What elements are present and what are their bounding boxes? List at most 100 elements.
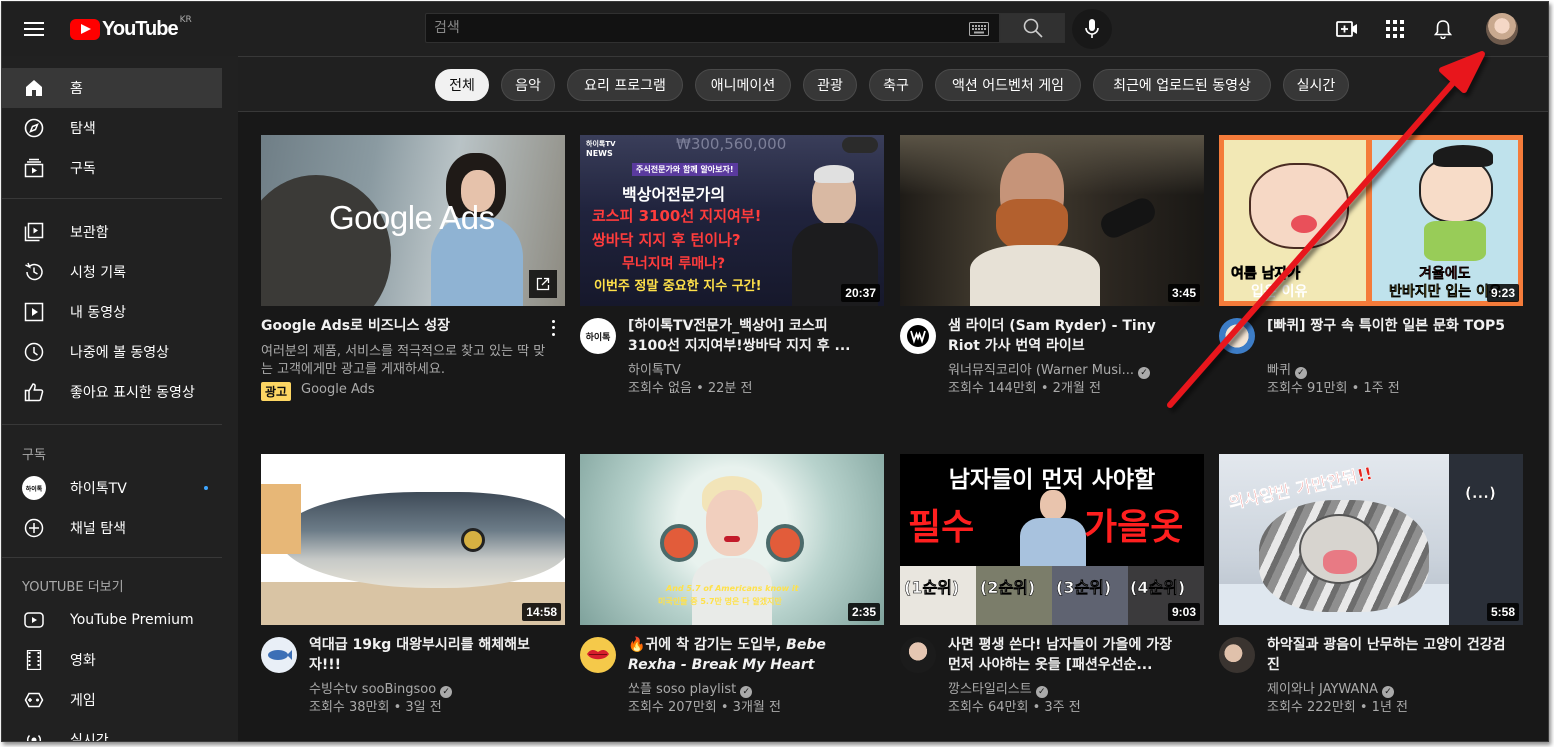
gaming-icon [24, 690, 44, 710]
channel-name[interactable]: 워너뮤직코리아 (Warner Musi... ✓ [948, 362, 1150, 380]
channel-name[interactable]: 깡스타일리스트 ✓ [948, 681, 1048, 699]
thumb-ticker: ₩300,560,000 [676, 135, 787, 153]
chip-live[interactable]: 실시간 [1283, 69, 1349, 101]
ad-title[interactable]: Google Ads로 비즈니스 성장 [261, 316, 541, 336]
chip-action-adventure[interactable]: 액션 어드벤처 게임 [935, 69, 1081, 101]
video-title[interactable]: [하이톡TV전문가_백상어] 코스피 3100선 지지여부!쌍바닥 지지 후 .… [628, 316, 868, 356]
channel-name[interactable]: 수빙수tv sooBingsoo ✓ [309, 681, 453, 699]
video-title[interactable]: 샘 라이더 (Sam Ryder) - Tiny Riot 가사 번역 라이브 [948, 316, 1188, 356]
notifications-button[interactable] [1423, 9, 1463, 49]
sidebar-item-liked-videos[interactable]: 좋아요 표시한 동영상 [2, 372, 222, 412]
sidebar-item-explore[interactable]: 탐색 [2, 108, 222, 148]
video-title[interactable]: 역대급 19kg 대왕부시리를 해체해보자!!! [309, 635, 549, 675]
sidebar-item-youtube-premium[interactable]: YouTube Premium [2, 600, 222, 640]
sidebar-item-history[interactable]: 시청 기록 [2, 252, 222, 292]
chip-cooking[interactable]: 요리 프로그램 [567, 69, 683, 101]
verified-check-icon: ✓ [440, 686, 453, 698]
keyboard-icon[interactable] [969, 21, 989, 40]
cartoon-shirt [1424, 221, 1486, 261]
library-icon [24, 222, 44, 242]
channel-avatar[interactable] [261, 637, 297, 673]
ad-channel[interactable]: Google Ads [301, 382, 375, 397]
thumb-line: 필수 [908, 507, 975, 548]
video-title[interactable]: 🔥귀에 착 감기는 도입부, Bebe Rexha - Break My Hea… [628, 635, 868, 675]
video-thumbnail[interactable]: 여름 남자가 입은 이유 겨울에도 반바지만 입는 이유 9:23 [1219, 135, 1523, 306]
channel-name[interactable]: 하이톡TV [628, 362, 681, 380]
sidebar-item-home[interactable]: 홈 [2, 68, 222, 108]
ad-thumbnail[interactable]: Google Ads [261, 135, 565, 306]
voice-search-button[interactable] [1072, 9, 1112, 49]
video-thumbnail[interactable]: 의사양반 가만안둬!! (...) 5:58 [1219, 454, 1523, 625]
sidebar-item-browse-channels[interactable]: 채널 탐색 [2, 508, 222, 548]
channel-avatar[interactable] [1219, 318, 1255, 354]
my-videos-icon [24, 302, 44, 322]
channel-avatar[interactable] [900, 318, 936, 354]
right-speaker [766, 524, 804, 562]
video-thumbnail[interactable]: 하이톡TV NEWS ₩300,560,000 주식전문가와 함께 알아보자! … [580, 135, 884, 306]
channel-name[interactable]: 빠퀴 ✓ [1267, 362, 1307, 380]
channel-avatar[interactable] [1219, 637, 1255, 673]
fish-eye [461, 528, 485, 552]
chip-music[interactable]: 음악 [501, 69, 555, 101]
video-thumbnail[interactable]: And 5.7 of Americans know it 미국인들 중 5.7만… [580, 454, 884, 625]
sidebar-item-my-videos[interactable]: 내 동영상 [2, 292, 222, 332]
account-avatar[interactable] [1486, 13, 1518, 45]
chip-all[interactable]: 전체 [435, 69, 489, 101]
lips-logo-icon [587, 650, 609, 660]
channel-name-text: 하이톡TV [628, 363, 681, 378]
more-from-youtube-heading: YOUTUBE 더보기 [22, 576, 124, 595]
video-card: 14:58 역대급 19kg 대왕부시리를 해체해보자!!! 수빙수tv soo… [261, 454, 565, 741]
thumb-line: 겨울에도 [1419, 266, 1471, 282]
search-input[interactable] [426, 14, 956, 42]
sidebar-item-label: 영화 [70, 653, 96, 669]
channel-name-text: 빠퀴 [1267, 363, 1291, 378]
dot [551, 333, 555, 337]
video-card: 여름 남자가 입은 이유 겨울에도 반바지만 입는 이유 9:23 [빠퀴] 짱… [1219, 135, 1523, 425]
thumb-line: 코스피 3100선 지지여부! [592, 207, 762, 225]
video-thumbnail[interactable]: 남자들이 먼저 사야할 필수 가을옷 (1순위) (2순위) (3순위) (4순… [900, 454, 1204, 625]
menu-button[interactable] [14, 9, 54, 49]
channel-avatar[interactable] [900, 637, 936, 673]
search-button[interactable] [1000, 13, 1065, 43]
channel-name[interactable]: 쏘플 soso playlist ✓ [628, 681, 753, 699]
hamburger-menu-icon [24, 22, 44, 36]
subtitle-korean: 미국인들 중 5.7만 명은 다 알겠지만 [658, 597, 782, 606]
sidebar-item-live[interactable]: 실시간 [2, 720, 222, 741]
ad-badge: 광고 [261, 382, 292, 401]
channel-name[interactable]: 제이와나 JAYWANA ✓ [1267, 681, 1395, 699]
video-title[interactable]: 하악질과 광음이 난무하는 고양이 건강검진 [1267, 635, 1507, 675]
video-title[interactable]: 사면 평생 쓴다! 남자들이 가을에 가장 먼저 사야하는 옷들 [패션우선순.… [948, 635, 1188, 675]
chip-animation[interactable]: 애니메이션 [695, 69, 791, 101]
youtube-logo[interactable]: YouTube KR [70, 15, 192, 42]
thumb-line: (3순위) [1056, 578, 1112, 598]
verified-check-icon: ✓ [1382, 686, 1395, 698]
new-content-dot [204, 486, 208, 490]
chip-soccer[interactable]: 축구 [869, 69, 923, 101]
channel-avatar[interactable] [580, 637, 616, 673]
channel-name-text: 깡스타일리스트 [948, 682, 1032, 697]
subscriptions-icon [24, 158, 44, 178]
sidebar-item-gaming[interactable]: 게임 [2, 680, 222, 720]
sidebar-item-library[interactable]: 보관함 [2, 212, 222, 252]
create-video-button[interactable] [1327, 9, 1367, 49]
video-thumbnail[interactable]: 14:58 [261, 454, 565, 625]
verified-check-icon: ✓ [740, 686, 753, 698]
video-thumbnail[interactable]: 3:45 [900, 135, 1204, 306]
like-icon [24, 382, 44, 402]
person-silhouette [261, 175, 391, 306]
channel-avatar[interactable]: 하이톡 [580, 318, 616, 354]
more-actions-button[interactable] [546, 318, 560, 338]
sidebar-channel-hitalktv[interactable]: 하이톡 하이톡TV [2, 468, 222, 508]
sidebar-item-watch-later[interactable]: 나중에 볼 동영상 [2, 332, 222, 372]
sidebar-item-movies[interactable]: 영화 [2, 640, 222, 680]
woman-face [706, 490, 758, 556]
chip-recently-uploaded[interactable]: 최근에 업로드된 동영상 [1093, 69, 1271, 101]
chip-tourism[interactable]: 관광 [803, 69, 857, 101]
cutting-board [261, 582, 565, 625]
video-title[interactable]: [빠퀴] 짱구 속 특이한 일본 문화 TOP5 [1267, 316, 1507, 336]
video-duration: 3:45 [1167, 284, 1200, 302]
external-link-button[interactable] [529, 270, 557, 298]
sidebar-item-subscriptions[interactable]: 구독 [2, 148, 222, 188]
channel-avatar: 하이톡 [22, 476, 46, 500]
apps-button[interactable] [1375, 9, 1415, 49]
